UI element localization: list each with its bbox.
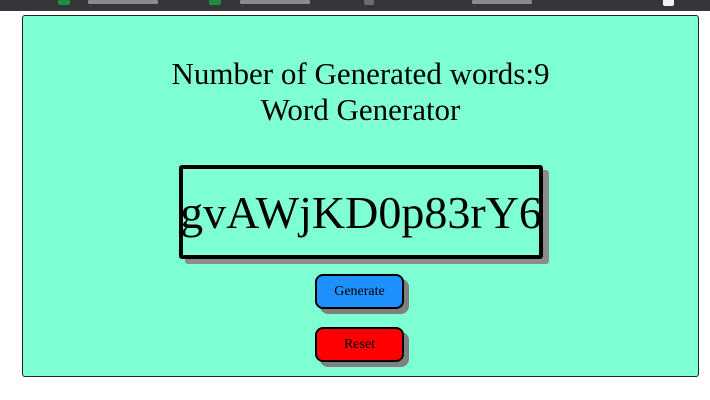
generate-button[interactable]: Generate: [315, 274, 404, 309]
word-generator-card: Number of Generated words:9 Word Generat…: [22, 15, 699, 377]
tab-label-placeholder: [240, 0, 310, 4]
generated-word-display: gvAWjKD0p83rY6: [179, 165, 543, 259]
tab-label-placeholder: [472, 0, 532, 4]
window-control-icon[interactable]: [663, 0, 674, 6]
reset-button[interactable]: Reset: [315, 327, 404, 362]
generated-count-heading: Number of Generated words:9: [23, 56, 698, 92]
browser-tab-strip: [0, 0, 710, 11]
tab-label-placeholder: [88, 0, 158, 4]
sheets-icon[interactable]: [58, 0, 70, 5]
app-title: Word Generator: [260, 92, 461, 127]
generated-count-value: 9: [533, 56, 550, 91]
generated-count-label: Number of Generated words:: [171, 56, 534, 91]
generated-word-text: gvAWjKD0p83rY6: [180, 186, 542, 238]
tab-favicon-icon[interactable]: [364, 0, 374, 5]
sheets-icon[interactable]: [209, 0, 221, 5]
